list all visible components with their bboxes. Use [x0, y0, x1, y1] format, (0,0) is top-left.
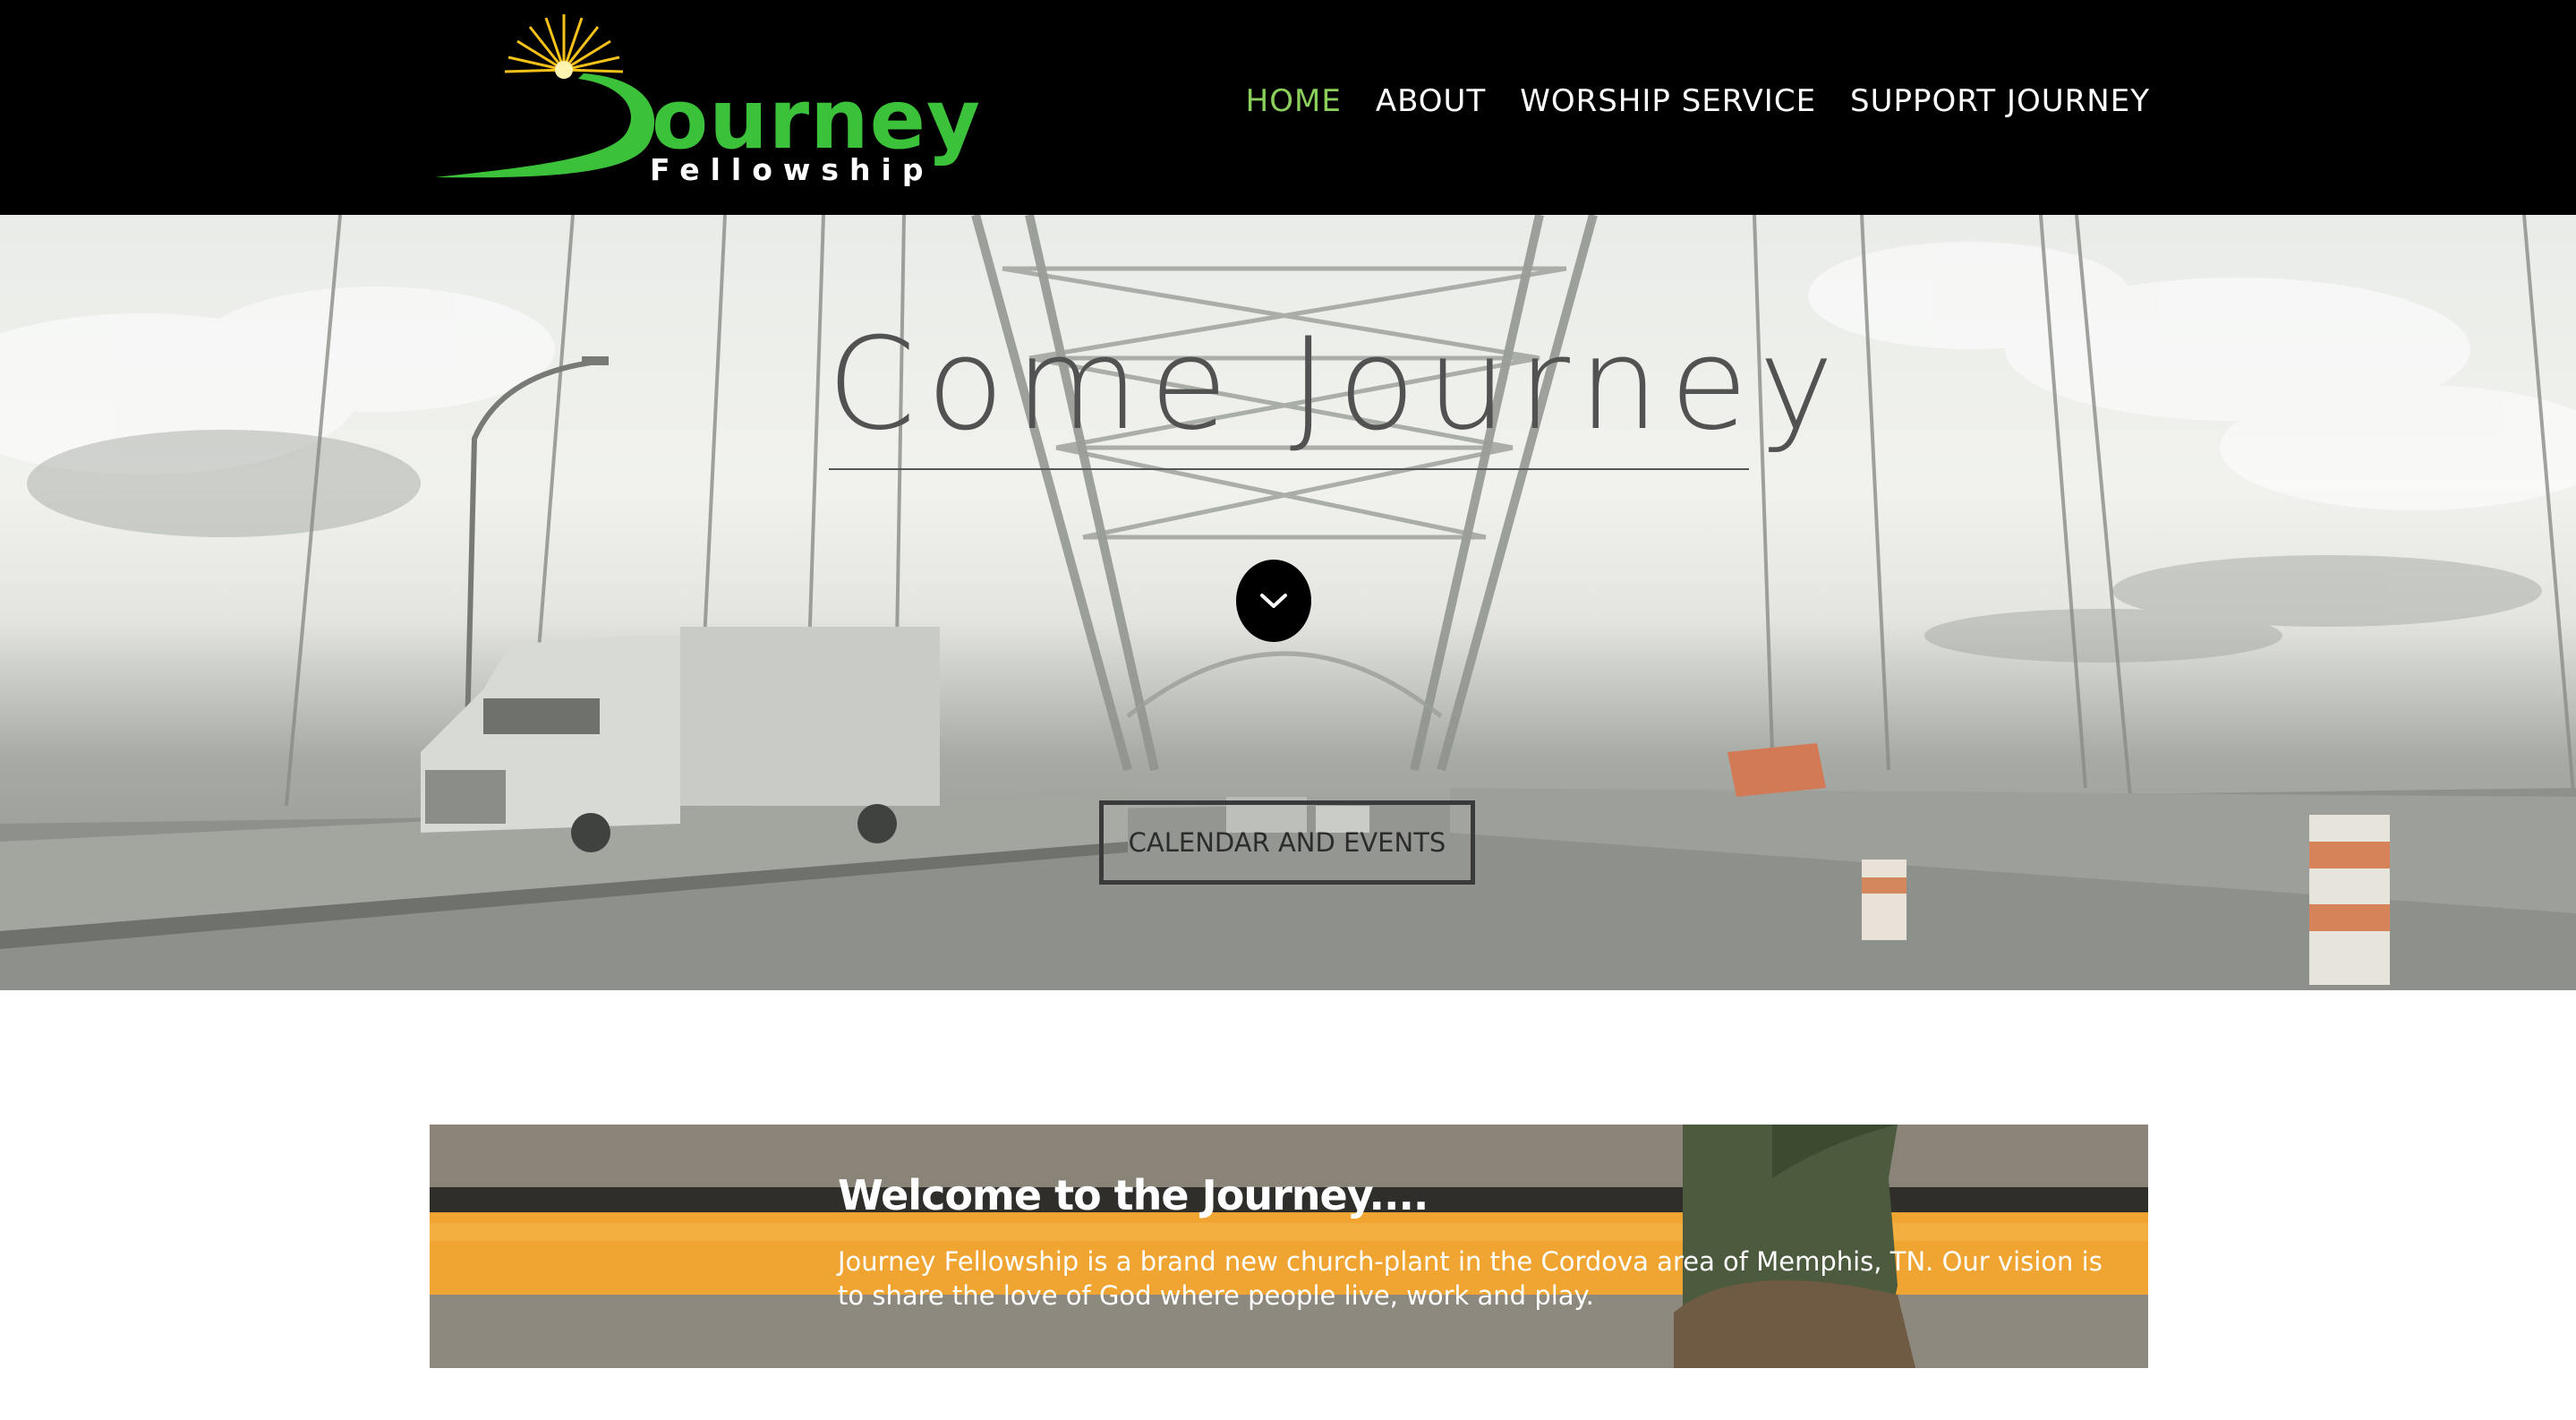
hero-title: Come Journey [827, 311, 1845, 458]
welcome-banner: Welcome to the Journey.... Journey Fello… [430, 1125, 2148, 1368]
welcome-title: Welcome to the Journey.... [838, 1171, 1429, 1219]
main-nav: HOME ABOUT WORSHIP SERVICE SUPPORT JOURN… [1246, 81, 2150, 122]
hero-divider [829, 468, 1749, 470]
logo-wordmark: ourney [652, 72, 981, 167]
chevron-down-icon [1260, 594, 1287, 608]
site-header: ourney Fellowship HOME ABOUT WORSHIP SER… [0, 0, 2576, 215]
nav-home[interactable]: HOME [1246, 81, 1342, 122]
nav-support-journey[interactable]: SUPPORT JOURNEY [1850, 81, 2150, 122]
nav-worship-service[interactable]: WORSHIP SERVICE [1520, 81, 1816, 122]
hero-section: Come Journey CALENDAR AND EVENTS [0, 215, 2576, 990]
logo-subtitle: Fellowship [650, 152, 934, 187]
site-logo[interactable]: ourney Fellowship [428, 7, 983, 195]
calendar-and-events-button[interactable]: CALENDAR AND EVENTS [1099, 800, 1475, 885]
scroll-down-button[interactable] [1236, 560, 1311, 642]
nav-about[interactable]: ABOUT [1376, 81, 1486, 122]
welcome-description: Journey Fellowship is a brand new church… [838, 1246, 2103, 1311]
